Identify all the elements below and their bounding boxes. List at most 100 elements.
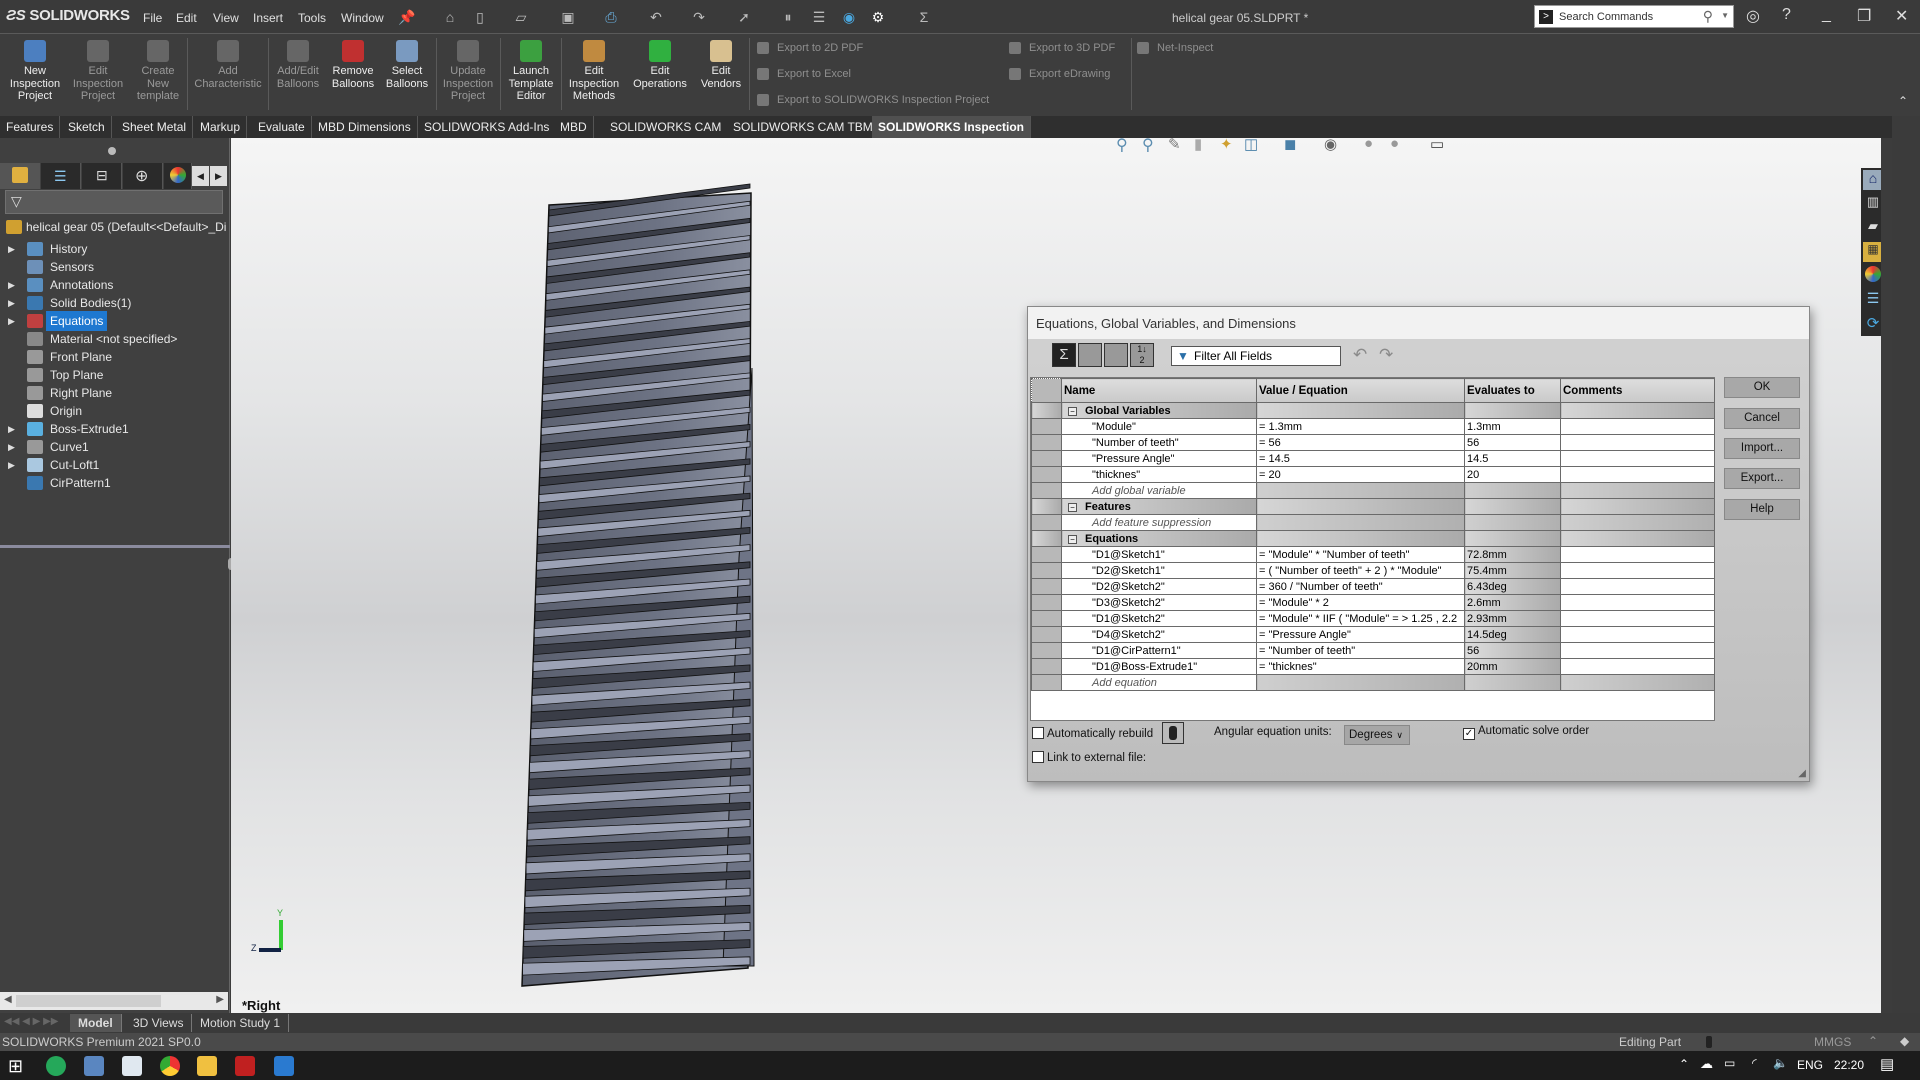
chrome-icon[interactable] — [160, 1056, 180, 1076]
row-header[interactable] — [1031, 450, 1062, 467]
expand-arrow-icon[interactable]: ▶ — [8, 275, 15, 295]
create-new-template-button[interactable]: Create New template — [130, 40, 186, 103]
volume-icon[interactable]: 🔈 — [1773, 1056, 1788, 1070]
tab-3d-views[interactable]: 3D Views — [125, 1014, 193, 1032]
auto-rebuild-checkbox[interactable]: Automatically rebuild — [1032, 727, 1153, 740]
panel-grip-icon[interactable] — [108, 147, 116, 155]
windows-start-icon[interactable]: ⊞ — [8, 1056, 23, 1077]
export-excel-button[interactable]: Export to Excel — [757, 68, 851, 81]
edit-vendors-button[interactable]: Edit Vendors — [694, 40, 748, 90]
resources-home-icon[interactable]: ⌂ — [1863, 170, 1881, 190]
comment-cell[interactable] — [1560, 658, 1715, 675]
inspection-icon[interactable]: ◉ — [840, 8, 858, 26]
select-balloons-button[interactable]: Select Balloons — [380, 40, 434, 90]
table-row[interactable]: "D1@Sketch2" = "Module" * IIF ( "Module" … — [1031, 610, 1715, 627]
net-inspect-button[interactable]: Net-Inspect — [1137, 42, 1213, 55]
options-gear-icon[interactable]: ⚙ — [869, 8, 887, 26]
row-header[interactable] — [1031, 562, 1062, 579]
row-header[interactable] — [1031, 498, 1062, 515]
table-row[interactable]: "D1@Sketch1" = "Module" * "Number of teet… — [1031, 546, 1715, 563]
row-header[interactable] — [1031, 610, 1062, 627]
equation-view-icon[interactable]: Σ — [1052, 343, 1076, 367]
language-indicator[interactable]: ENG — [1797, 1058, 1823, 1072]
comment-cell[interactable] — [1560, 594, 1715, 611]
customize-status-icon[interactable]: ◆ — [1900, 1034, 1909, 1048]
home-icon[interactable]: ⌂ — [441, 8, 459, 26]
custom-properties-icon[interactable]: ☰ — [1863, 290, 1881, 310]
table-row[interactable]: "thicknes" = 20 20 — [1031, 466, 1715, 483]
tab-solidworks-cam-tbm[interactable]: SOLIDWORKS CAM TBM — [727, 116, 880, 138]
section-row-equations[interactable]: − Equations — [1031, 530, 1715, 547]
value-cell[interactable]: = 56 — [1256, 434, 1465, 451]
name-cell[interactable]: "D1@CirPattern1" — [1061, 642, 1257, 659]
notifications-icon[interactable]: ▤ — [1880, 1055, 1894, 1073]
add-edit-balloons-button[interactable]: Add/Edit Balloons — [271, 40, 325, 90]
link-external-file-checkbox[interactable]: Link to external file: — [1032, 751, 1146, 764]
table-row[interactable]: "D3@Sketch2" = "Module" * 2 2.6mm — [1031, 594, 1715, 611]
close-icon[interactable]: ✕ — [1895, 6, 1908, 26]
row-header[interactable] — [1031, 594, 1062, 611]
scroll-right-icon[interactable]: ▶ — [216, 994, 224, 1005]
sketch-equation-view-icon[interactable] — [1078, 343, 1102, 367]
row-header[interactable] — [1031, 434, 1062, 451]
new-document-icon[interactable]: ▯ — [471, 8, 489, 26]
menu-edit[interactable]: Edit — [176, 11, 197, 25]
menu-tools[interactable]: Tools — [298, 11, 326, 25]
notes-app-icon[interactable] — [122, 1056, 142, 1076]
update-inspection-project-button[interactable]: Update Inspection Project — [438, 40, 498, 103]
expand-arrow-icon[interactable]: ▶ — [8, 239, 15, 259]
value-cell[interactable]: = "Module" * 2 — [1256, 594, 1465, 611]
export-button[interactable]: Export... — [1724, 468, 1800, 489]
edit-operations-button[interactable]: Edit Operations — [627, 40, 693, 90]
name-cell[interactable]: "D4@Sketch2" — [1061, 626, 1257, 643]
row-header[interactable] — [1031, 418, 1062, 435]
tab-sketch[interactable]: Sketch — [62, 116, 112, 138]
pin-icon[interactable]: 📌 — [398, 8, 416, 26]
add-characteristic-button[interactable]: Add Characteristic — [190, 40, 266, 90]
row-header[interactable] — [1031, 482, 1062, 499]
expand-arrow-icon[interactable]: ▶ — [8, 419, 15, 439]
auto-solve-order-checkbox[interactable]: ✓ Automatic solve order — [1463, 725, 1589, 740]
select-arrow-icon[interactable]: ➚ — [735, 8, 753, 26]
scroll-thumb[interactable] — [16, 995, 161, 1007]
onedrive-icon[interactable]: ☁ — [1700, 1056, 1713, 1072]
value-cell[interactable]: = 14.5 — [1256, 450, 1465, 467]
row-header[interactable] — [1031, 466, 1062, 483]
dimension-view-icon[interactable] — [1104, 343, 1128, 367]
table-row[interactable]: "Module" = 1.3mm 1.3mm — [1031, 418, 1715, 435]
comment-cell[interactable] — [1560, 450, 1715, 467]
rebuild-icon[interactable]: ⏸ — [779, 8, 797, 26]
design-library-icon[interactable]: ▥ — [1863, 194, 1881, 214]
user-account-icon[interactable]: ◎ — [1746, 6, 1760, 26]
collapse-icon[interactable]: − — [1068, 406, 1077, 416]
whatsapp-icon[interactable] — [46, 1056, 66, 1076]
expand-arrow-icon[interactable]: ▶ — [8, 311, 15, 331]
column-header-evaluates[interactable]: Evaluates to — [1464, 378, 1561, 403]
solidworks-2021-icon[interactable] — [235, 1056, 255, 1076]
name-cell[interactable]: "Number of teeth" — [1061, 434, 1257, 451]
export-3d-pdf-button[interactable]: Export to 3D PDF — [1009, 42, 1115, 55]
tab-solidworks-inspection[interactable]: SOLIDWORKS Inspection — [872, 116, 1032, 138]
section-row-features[interactable]: − Features — [1031, 498, 1715, 515]
corner-cell[interactable] — [1031, 378, 1062, 403]
table-row[interactable]: "Number of teeth" = 56 56 — [1031, 434, 1715, 451]
chevron-down-icon[interactable]: ▼ — [1721, 11, 1729, 20]
expand-arrow-icon[interactable]: ▶ — [8, 293, 15, 313]
collapse-ribbon-icon[interactable]: ⌃ — [1898, 94, 1908, 108]
property-manager-tab-icon[interactable]: ☰ — [41, 163, 81, 189]
cancel-button[interactable]: Cancel — [1724, 408, 1800, 429]
rebuild-traffic-light-icon[interactable] — [1162, 722, 1184, 744]
tab-solidworks-cam[interactable]: SOLIDWORKS CAM — [604, 116, 729, 138]
view-palette-icon[interactable]: ▦ — [1863, 242, 1881, 262]
expand-arrow-icon[interactable]: ▶ — [8, 455, 15, 475]
comment-cell[interactable] — [1560, 562, 1715, 579]
value-cell[interactable]: = "Module" * IIF ( "Module" = > 1.25 , 2… — [1256, 610, 1465, 627]
tray-chevron-icon[interactable]: ⌃ — [1679, 1057, 1689, 1071]
launch-template-editor-button[interactable]: Launch Template Editor — [503, 40, 559, 103]
file-explorer-icon[interactable]: ▰ — [1863, 218, 1881, 238]
name-cell[interactable]: "D3@Sketch2" — [1061, 594, 1257, 611]
ok-button[interactable]: OK — [1724, 377, 1800, 398]
row-header[interactable] — [1031, 626, 1062, 643]
menu-window[interactable]: Window — [341, 11, 384, 25]
value-cell[interactable]: = 1.3mm — [1256, 418, 1465, 435]
